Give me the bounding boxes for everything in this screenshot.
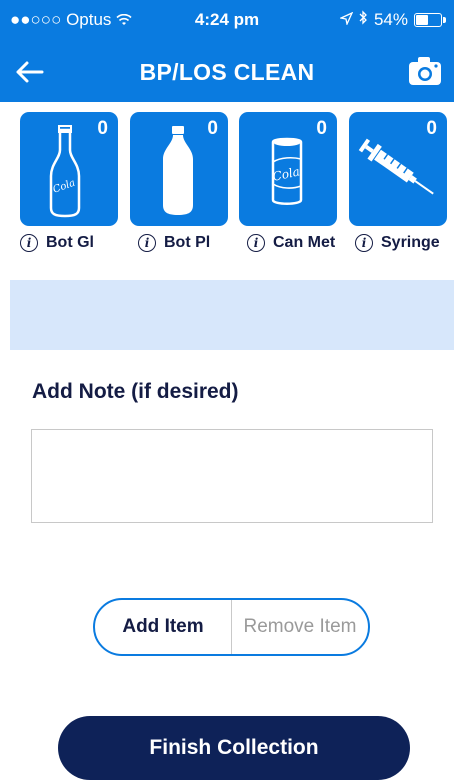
finish-collection-button[interactable]: Finish Collection xyxy=(58,716,410,780)
location-arrow-icon xyxy=(338,10,354,30)
item-label-bot-pl[interactable]: i Bot Pl xyxy=(138,232,210,254)
remove-item-button[interactable]: Remove Item xyxy=(232,600,368,654)
nav-bar: BP/LOS CLEAN xyxy=(0,42,454,102)
add-remove-toggle: Add Item Remove Item xyxy=(93,598,370,656)
item-label-can-met[interactable]: i Can Met xyxy=(247,232,335,254)
bottle-brand-text: Cola xyxy=(52,178,77,196)
page-title: BP/LOS CLEAN xyxy=(139,59,315,85)
item-label-text: Bot Gl xyxy=(46,234,94,251)
glass-bottle-icon: Cola xyxy=(49,125,81,218)
item-tile-can-met[interactable]: 0 Cola xyxy=(239,112,337,226)
add-item-button[interactable]: Add Item xyxy=(95,600,232,654)
can-brand-text: Cola xyxy=(271,164,301,183)
info-icon[interactable]: i xyxy=(247,234,265,252)
battery-level xyxy=(416,15,428,25)
item-tile-bot-pl[interactable]: 0 xyxy=(130,112,228,226)
battery-icon xyxy=(414,13,446,27)
camera-icon[interactable] xyxy=(408,56,442,86)
item-label-syringe[interactable]: i Syringe xyxy=(355,232,440,254)
note-textarea[interactable] xyxy=(31,429,433,523)
plastic-bottle-icon xyxy=(163,126,193,215)
item-label-text: Syringe xyxy=(381,234,440,251)
info-icon[interactable]: i xyxy=(355,234,373,252)
bluetooth-icon xyxy=(359,10,368,30)
info-icon[interactable]: i xyxy=(20,234,38,252)
syringe-icon xyxy=(358,138,434,195)
battery-percent: 54% xyxy=(373,10,408,29)
info-icon[interactable]: i xyxy=(138,234,156,252)
item-tile-bot-gl[interactable]: 0 Cola xyxy=(20,112,118,226)
item-tile-syringe[interactable]: 0 xyxy=(349,112,447,226)
info-band xyxy=(10,280,454,350)
note-label: Add Note (if desired) xyxy=(32,380,239,403)
status-icons: 54% xyxy=(338,10,446,30)
item-label-bot-gl[interactable]: i Bot Gl xyxy=(20,232,94,254)
can-icon: Cola xyxy=(271,137,303,205)
item-label-text: Can Met xyxy=(273,234,336,251)
item-label-text: Bot Pl xyxy=(164,234,211,251)
status-bar: ●●○○○ Optus 4:24 pm 54% xyxy=(0,0,454,42)
